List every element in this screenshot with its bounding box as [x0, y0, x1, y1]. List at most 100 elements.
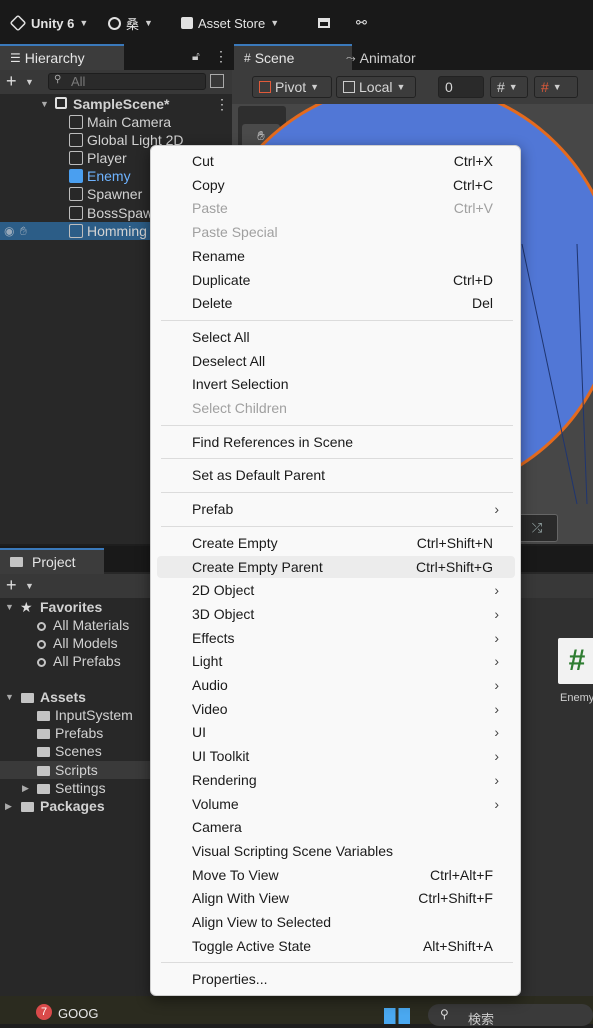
- menu-item-find-references-in-scene[interactable]: Find References in Scene: [157, 431, 515, 453]
- menu-item-label: Audio: [192, 677, 228, 693]
- menu-item-ui[interactable]: UI ›: [157, 721, 515, 743]
- favorite-item[interactable]: All Models: [0, 634, 150, 652]
- add-icon[interactable]: +: [6, 575, 17, 596]
- menu-item-create-empty-parent[interactable]: Create Empty Parent Ctrl+Shift+G: [157, 555, 515, 578]
- menu-item-cut[interactable]: Cut Ctrl+X: [157, 150, 515, 172]
- local-dropdown[interactable]: Local ▼: [336, 76, 416, 98]
- menu-item-visual-scripting-scene-variables[interactable]: Visual Scripting Scene Variables: [157, 840, 515, 862]
- expand-arrow-icon[interactable]: ▼: [5, 598, 14, 616]
- menu-item-set-as-default-parent[interactable]: Set as Default Parent: [157, 464, 515, 486]
- start-button[interactable]: [384, 1008, 410, 1024]
- expand-arrow-icon[interactable]: ▶: [5, 797, 12, 815]
- menu-item-label: UI Toolkit: [192, 748, 250, 765]
- asset-store-menu[interactable]: Asset Store ▼: [181, 12, 279, 34]
- tab-label: Hierarchy: [24, 50, 85, 66]
- menu-item-shortcut: Del: [471, 295, 493, 312]
- account-menu[interactable]: 桑 ▼: [108, 12, 153, 34]
- menu-item-effects[interactable]: Effects ›: [157, 627, 515, 649]
- tab-label: Project: [32, 554, 76, 570]
- menu-item-duplicate[interactable]: Duplicate Ctrl+D: [157, 269, 515, 291]
- chevron-right-icon: ›: [494, 677, 499, 693]
- menu-item-video[interactable]: Video ›: [157, 698, 515, 720]
- grid-visibility-button[interactable]: # ▼: [490, 76, 528, 98]
- hierarchy-tabbar: ☰ Hierarchy 🔓︎ ⋮: [0, 44, 232, 70]
- menu-item-toggle-active-state[interactable]: Toggle Active State Alt+Shift+A: [157, 935, 515, 957]
- packages-header[interactable]: ▶ Packages: [0, 797, 150, 815]
- menu-item-delete[interactable]: Delete Del: [157, 292, 515, 314]
- menu-item-move-to-view[interactable]: Move To View Ctrl+Alt+F: [157, 864, 515, 886]
- menu-item-align-view-to-selected[interactable]: Align View to Selected: [157, 911, 515, 933]
- visibility-eye-icon[interactable]: ◉: [4, 222, 14, 240]
- layout-button[interactable]: [318, 12, 330, 34]
- scene-root-row[interactable]: ▼ SampleScene* ⋮: [0, 95, 232, 113]
- folder-item[interactable]: ▶ Settings: [0, 779, 150, 797]
- snap-settings-button[interactable]: # ▼: [534, 76, 578, 98]
- scene-picker-icon[interactable]: [210, 74, 224, 88]
- favorite-item[interactable]: All Prefabs: [0, 652, 150, 670]
- menu-item-prefab[interactable]: Prefab ›: [157, 498, 515, 520]
- grid-icon: #: [244, 51, 251, 65]
- folder-label: InputSystem: [55, 707, 133, 723]
- expand-arrow-icon[interactable]: ▶: [22, 779, 29, 797]
- expand-arrow-icon[interactable]: ▼: [5, 688, 14, 706]
- assets-label: Assets: [40, 689, 86, 705]
- menu-item-invert-selection[interactable]: Invert Selection: [157, 373, 515, 395]
- menu-item-3d-object[interactable]: 3D Object ›: [157, 603, 515, 625]
- taskbar-search[interactable]: ⚲ 検索: [428, 1004, 593, 1027]
- menu-item-rendering[interactable]: Rendering ›: [157, 769, 515, 791]
- menu-item-select-all[interactable]: Select All: [157, 326, 515, 348]
- folder-icon: [10, 557, 23, 567]
- assets-header[interactable]: ▼ Assets: [0, 688, 150, 706]
- menu-item-light[interactable]: Light ›: [157, 650, 515, 672]
- menu-item-copy[interactable]: Copy Ctrl+C: [157, 174, 515, 196]
- favorite-item[interactable]: All Materials: [0, 616, 150, 634]
- menu-item-camera[interactable]: Camera: [157, 816, 515, 838]
- add-icon[interactable]: +: [6, 71, 17, 92]
- folder-item[interactable]: Scenes: [0, 742, 150, 760]
- lock-icon[interactable]: 🔓︎: [192, 49, 200, 64]
- menu-item-volume[interactable]: Volume ›: [157, 793, 515, 815]
- menu-item-label: Find References in Scene: [192, 433, 354, 450]
- scene-overlay-toggle[interactable]: ⤮: [516, 514, 558, 542]
- folder-item[interactable]: Prefabs: [0, 724, 150, 742]
- kebab-menu-icon[interactable]: ⋮: [215, 95, 229, 113]
- folder-item[interactable]: InputSystem: [0, 706, 150, 724]
- hierarchy-item[interactable]: Main Camera: [0, 113, 232, 131]
- hierarchy-toolbar: + ▼ ⚲ All: [0, 70, 232, 94]
- script-asset[interactable]: # Enemy: [556, 636, 593, 706]
- tab-hierarchy[interactable]: ☰ Hierarchy: [0, 44, 124, 70]
- chevron-down-icon[interactable]: ▼: [25, 77, 34, 87]
- menu-item-rename[interactable]: Rename: [157, 245, 515, 267]
- unity-account-menu[interactable]: Unity 6 ▼: [9, 12, 88, 34]
- folder-icon: [37, 711, 50, 721]
- favorite-item-label: All Materials: [53, 617, 130, 633]
- chevron-down-icon[interactable]: ▼: [25, 581, 34, 591]
- menu-item-deselect-all[interactable]: Deselect All: [157, 350, 515, 372]
- menu-item-label: Create Empty Parent: [192, 558, 323, 575]
- chevron-down-icon: ▼: [552, 82, 562, 92]
- packages-label: Packages: [40, 798, 105, 814]
- menu-item-2d-object[interactable]: 2D Object ›: [157, 579, 515, 601]
- menu-item-create-empty[interactable]: Create Empty Ctrl+Shift+N: [157, 532, 515, 554]
- menu-item-align-with-view[interactable]: Align With View Ctrl+Shift+F: [157, 887, 515, 909]
- pickable-hand-icon[interactable]: ✋︎: [20, 222, 27, 240]
- tab-scene[interactable]: # Scene: [234, 44, 352, 70]
- version-control-button[interactable]: ⚯: [356, 12, 367, 34]
- shuffle-icon: ⤮: [531, 520, 543, 535]
- menu-item-ui-toolkit[interactable]: UI Toolkit ›: [157, 745, 515, 767]
- menu-item-label: 3D Object: [192, 605, 255, 622]
- favorites-header[interactable]: ▼ ★ Favorites: [0, 598, 150, 616]
- pivot-icon: [259, 81, 271, 93]
- pivot-dropdown[interactable]: Pivot ▼: [252, 76, 332, 98]
- menu-separator: [161, 319, 513, 321]
- expand-arrow-icon[interactable]: ▼: [40, 95, 49, 113]
- search-input[interactable]: ⚲ All: [48, 73, 206, 90]
- menu-item-audio[interactable]: Audio ›: [157, 674, 515, 696]
- menu-item-properties[interactable]: Properties...: [157, 968, 515, 990]
- grid-snap-input[interactable]: 0: [438, 76, 484, 98]
- folder-item-selected[interactable]: Scripts: [0, 761, 150, 779]
- kebab-menu-icon[interactable]: ⋮: [214, 48, 228, 65]
- tab-project[interactable]: Project: [0, 548, 104, 574]
- tab-animator[interactable]: ⤳ Animator: [336, 46, 426, 70]
- unity-scene-icon: [55, 97, 67, 109]
